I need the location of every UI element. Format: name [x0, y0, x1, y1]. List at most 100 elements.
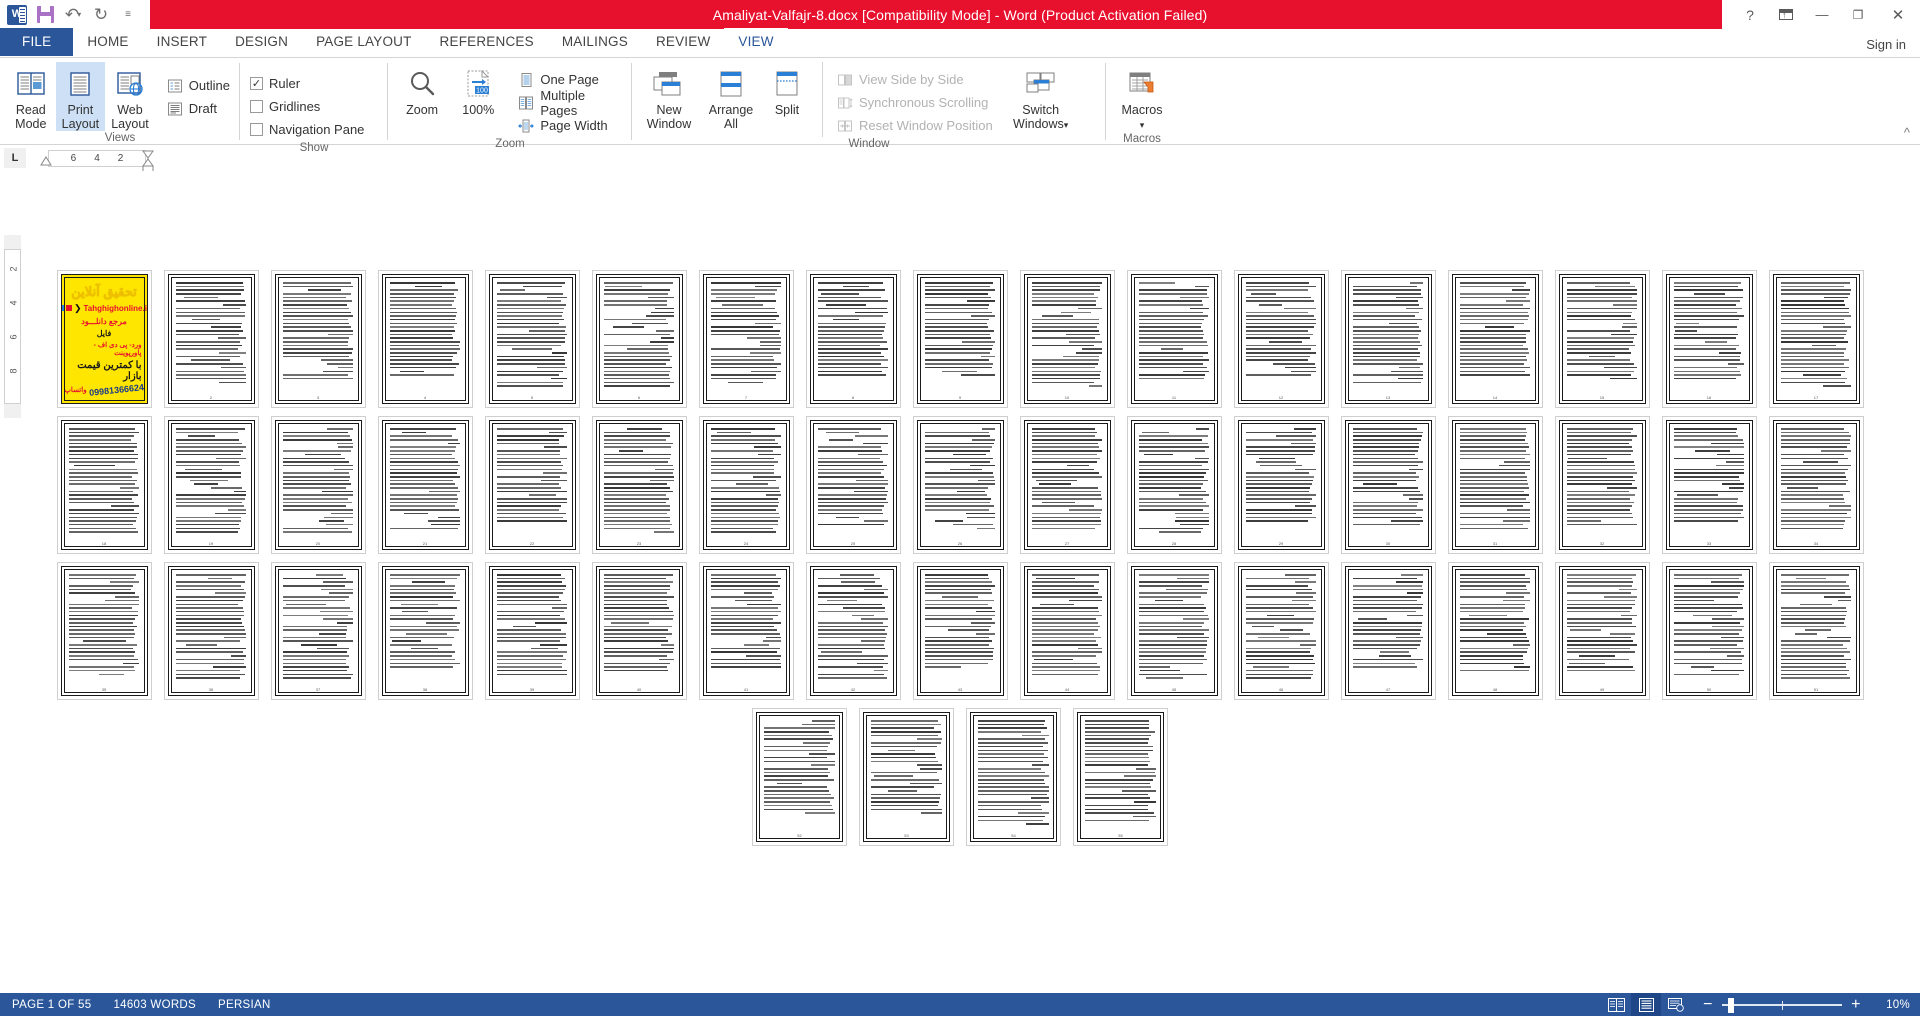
tab-page-layout[interactable]: PAGE LAYOUT: [302, 28, 425, 56]
page-thumbnail[interactable]: 30: [1335, 412, 1442, 558]
page-thumbnail[interactable]: 10: [1014, 266, 1121, 412]
synchronous-scrolling-button[interactable]: Synchronous Scrolling: [833, 91, 997, 114]
page-thumbnails-grid[interactable]: تحقیق آنلاین Tahghighonline.ir ❮ مرجع دانلـ…: [0, 171, 1920, 850]
page-thumbnail-text[interactable]: 48: [1447, 562, 1543, 700]
multiple-pages-button[interactable]: Multiple Pages: [514, 88, 626, 118]
page-thumbnail-text[interactable]: 34: [1768, 416, 1864, 554]
status-language[interactable]: PERSIAN: [218, 999, 271, 1011]
switch-windows-button[interactable]: Switch Windows▾: [1003, 62, 1079, 132]
zoom-slider[interactable]: [1722, 993, 1842, 1016]
page-thumbnail[interactable]: 20: [265, 412, 372, 558]
save-icon[interactable]: [32, 2, 58, 28]
page-thumbnail-text[interactable]: 45: [1126, 562, 1222, 700]
page-thumbnail[interactable]: 55: [1067, 704, 1174, 850]
ribbon-display-options-icon[interactable]: [1768, 0, 1804, 29]
page-thumbnail-text[interactable]: 32: [1554, 416, 1650, 554]
page-thumbnail[interactable]: 2: [158, 266, 265, 412]
page-thumbnail[interactable]: 48: [1442, 558, 1549, 704]
left-indent-marker-icon[interactable]: [39, 154, 53, 168]
zoom-button[interactable]: Zoom: [394, 62, 450, 117]
minimize-icon[interactable]: —: [1804, 0, 1840, 29]
page-thumbnail[interactable]: 17: [1763, 266, 1870, 412]
page-thumbnail-text[interactable]: 16: [1661, 270, 1757, 408]
page-thumbnail[interactable]: 43: [907, 558, 1014, 704]
tab-design[interactable]: DESIGN: [221, 28, 302, 56]
page-thumbnail-text[interactable]: 30: [1340, 416, 1436, 554]
tab-insert[interactable]: INSERT: [143, 28, 221, 56]
status-word-count[interactable]: 14603 WORDS: [113, 999, 196, 1011]
page-thumbnail-text[interactable]: 25: [805, 416, 901, 554]
navigation-pane-checkbox[interactable]: Navigation Pane: [246, 118, 368, 141]
page-thumbnail-text[interactable]: 7: [698, 270, 794, 408]
help-icon[interactable]: ?: [1732, 0, 1768, 29]
page-thumbnail-text[interactable]: 28: [1126, 416, 1222, 554]
macros-button[interactable]: Macros ▾: [1112, 62, 1172, 132]
page-thumbnail-text[interactable]: 3: [270, 270, 366, 408]
tab-review[interactable]: REVIEW: [642, 28, 724, 56]
page-thumbnail[interactable]: 46: [1228, 558, 1335, 704]
page-thumbnail[interactable]: 54: [960, 704, 1067, 850]
print-layout-button[interactable]: Print Layout: [55, 62, 106, 131]
page-thumbnail[interactable]: 18: [51, 412, 158, 558]
page-thumbnail[interactable]: 47: [1335, 558, 1442, 704]
draft-button[interactable]: Draft: [163, 97, 234, 120]
page-thumbnail-text[interactable]: 5: [484, 270, 580, 408]
page-thumbnail[interactable]: 40: [586, 558, 693, 704]
split-button[interactable]: Split: [762, 62, 812, 117]
page-thumbnail[interactable]: 38: [372, 558, 479, 704]
restore-icon[interactable]: ❐: [1840, 0, 1876, 29]
page-thumbnail-text[interactable]: 10: [1019, 270, 1115, 408]
page-thumbnail-text[interactable]: 46: [1233, 562, 1329, 700]
page-thumbnail-text[interactable]: 36: [163, 562, 259, 700]
page-thumbnail-text[interactable]: 49: [1554, 562, 1650, 700]
page-thumbnail-text[interactable]: 26: [912, 416, 1008, 554]
page-thumbnail[interactable]: 26: [907, 412, 1014, 558]
page-thumbnail-text[interactable]: 51: [1768, 562, 1864, 700]
redo-icon[interactable]: ↻: [88, 2, 114, 28]
page-thumbnail[interactable]: 25: [800, 412, 907, 558]
web-layout-button[interactable]: Web Layout: [105, 62, 155, 131]
page-thumbnail[interactable]: تحقیق آنلاین Tahghighonline.ir ❮ مرجع دانلـ…: [51, 266, 158, 412]
page-thumbnail[interactable]: 24: [693, 412, 800, 558]
page-thumbnail-text[interactable]: 38: [377, 562, 473, 700]
page-thumbnail[interactable]: 44: [1014, 558, 1121, 704]
tab-file[interactable]: FILE: [0, 28, 74, 56]
page-thumbnail-text[interactable]: 24: [698, 416, 794, 554]
zoom-level-label[interactable]: 10%: [1870, 999, 1910, 1011]
sign-in-link[interactable]: Sign in: [1866, 37, 1906, 52]
page-thumbnail-text[interactable]: 50: [1661, 562, 1757, 700]
page-thumbnail-text[interactable]: 11: [1126, 270, 1222, 408]
page-thumbnail-text[interactable]: 22: [484, 416, 580, 554]
page-thumbnail-text[interactable]: 54: [966, 708, 1061, 846]
tab-stop-selector[interactable]: L: [4, 148, 26, 168]
page-thumbnail-ad[interactable]: تحقیق آنلاین Tahghighonline.ir ❮ مرجع دانلـ…: [56, 270, 152, 408]
page-thumbnail[interactable]: 5: [479, 266, 586, 412]
page-thumbnail-text[interactable]: 33: [1661, 416, 1757, 554]
zoom-slider-thumb[interactable]: [1728, 997, 1734, 1013]
right-indent-marker-icon[interactable]: [141, 146, 155, 173]
page-thumbnail-text[interactable]: 19: [163, 416, 259, 554]
page-thumbnail[interactable]: 13: [1335, 266, 1442, 412]
page-thumbnail[interactable]: 28: [1121, 412, 1228, 558]
page-thumbnail-text[interactable]: 35: [56, 562, 152, 700]
page-thumbnail[interactable]: 3: [265, 266, 372, 412]
page-thumbnail[interactable]: 36: [158, 558, 265, 704]
read-mode-view-button[interactable]: [1601, 993, 1631, 1016]
page-thumbnail[interactable]: 50: [1656, 558, 1763, 704]
page-thumbnail-text[interactable]: 37: [270, 562, 366, 700]
page-thumbnail-text[interactable]: 42: [805, 562, 901, 700]
page-thumbnail[interactable]: 15: [1549, 266, 1656, 412]
page-thumbnail-text[interactable]: 8: [805, 270, 901, 408]
page-thumbnail[interactable]: 39: [479, 558, 586, 704]
read-mode-button[interactable]: Read Mode: [6, 62, 56, 131]
reset-window-position-button[interactable]: Reset Window Position: [833, 114, 997, 137]
tab-home[interactable]: HOME: [73, 28, 142, 56]
page-thumbnail[interactable]: 45: [1121, 558, 1228, 704]
page-thumbnail-text[interactable]: 40: [591, 562, 687, 700]
page-thumbnail[interactable]: 6: [586, 266, 693, 412]
customize-quick-access-icon[interactable]: ≡: [116, 2, 142, 28]
zoom-control[interactable]: − + 10%: [1701, 993, 1910, 1016]
page-thumbnail-text[interactable]: 17: [1768, 270, 1864, 408]
document-work-area[interactable]: 2 4 6 8 تحقیق آنلاین Tahghighonline.ir ❮ مر…: [0, 171, 1920, 993]
page-thumbnail[interactable]: 16: [1656, 266, 1763, 412]
